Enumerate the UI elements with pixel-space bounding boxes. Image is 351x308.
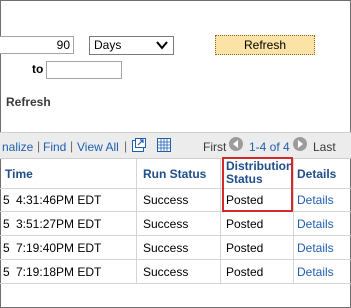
date-cell: 5 bbox=[3, 265, 10, 279]
to-date-field[interactable] bbox=[46, 61, 122, 79]
table-row: 5 7:19:18PM EDT Success Posted Details bbox=[0, 260, 351, 284]
find-link[interactable]: Find bbox=[43, 140, 66, 154]
run-status-cell: Success bbox=[143, 193, 189, 207]
time-cell: 7:19:18PM EDT bbox=[16, 265, 102, 279]
date-cell: 5 bbox=[3, 217, 10, 231]
table-row: 5 7:19:40PM EDT Success Posted Details bbox=[0, 236, 351, 260]
to-label: to bbox=[32, 62, 44, 76]
distribution-status-cell: Posted bbox=[226, 265, 264, 279]
refresh-link[interactable]: Refresh bbox=[6, 95, 51, 109]
date-cell: 5 bbox=[3, 193, 10, 207]
toolbar-separator: | bbox=[70, 139, 74, 153]
time-cell: 7:19:40PM EDT bbox=[16, 241, 102, 255]
chevron-down-icon bbox=[156, 41, 168, 50]
distribution-status-cell: Posted bbox=[226, 241, 264, 255]
run-status-cell: Success bbox=[143, 217, 189, 231]
run-status-cell: Success bbox=[143, 241, 189, 255]
refresh-button[interactable]: Refresh bbox=[215, 35, 315, 55]
interval-value-field[interactable]: 90 bbox=[0, 36, 74, 54]
spreadsheet-icon[interactable] bbox=[156, 137, 172, 153]
date-cell: 5 bbox=[3, 241, 10, 255]
table-row: 5 3:51:27PM EDT Success Posted Details bbox=[0, 212, 351, 236]
last-label: Last bbox=[313, 140, 336, 154]
distribution-status-cell: Posted bbox=[226, 217, 264, 231]
interval-unit-value: Days bbox=[94, 38, 122, 52]
personalize-link[interactable]: nalize bbox=[2, 140, 33, 154]
distribution-status-highlight bbox=[222, 157, 293, 212]
details-link[interactable]: Details bbox=[297, 241, 334, 255]
details-link[interactable]: Details bbox=[297, 265, 334, 279]
row-range-label: 1-4 of 4 bbox=[249, 140, 290, 154]
first-label: First bbox=[203, 140, 227, 154]
grid-toolbar: nalize | Find | View All | First 1-4 of … bbox=[0, 132, 351, 159]
view-all-link[interactable]: View All bbox=[77, 140, 119, 154]
time-cell: 3:51:27PM EDT bbox=[16, 217, 102, 231]
toolbar-separator: | bbox=[37, 139, 41, 153]
time-cell: 4:31:46PM EDT bbox=[16, 193, 102, 207]
new-window-icon[interactable] bbox=[131, 137, 147, 153]
table-row: 5 4:31:46PM EDT Success Posted Details bbox=[0, 188, 351, 212]
toolbar-separator: | bbox=[124, 139, 128, 153]
details-link[interactable]: Details bbox=[297, 193, 334, 207]
next-icon[interactable] bbox=[293, 137, 307, 151]
interval-unit-select[interactable]: Days bbox=[89, 36, 174, 55]
run-status-cell: Success bbox=[143, 265, 189, 279]
details-link[interactable]: Details bbox=[297, 217, 334, 231]
previous-icon[interactable] bbox=[229, 137, 243, 151]
